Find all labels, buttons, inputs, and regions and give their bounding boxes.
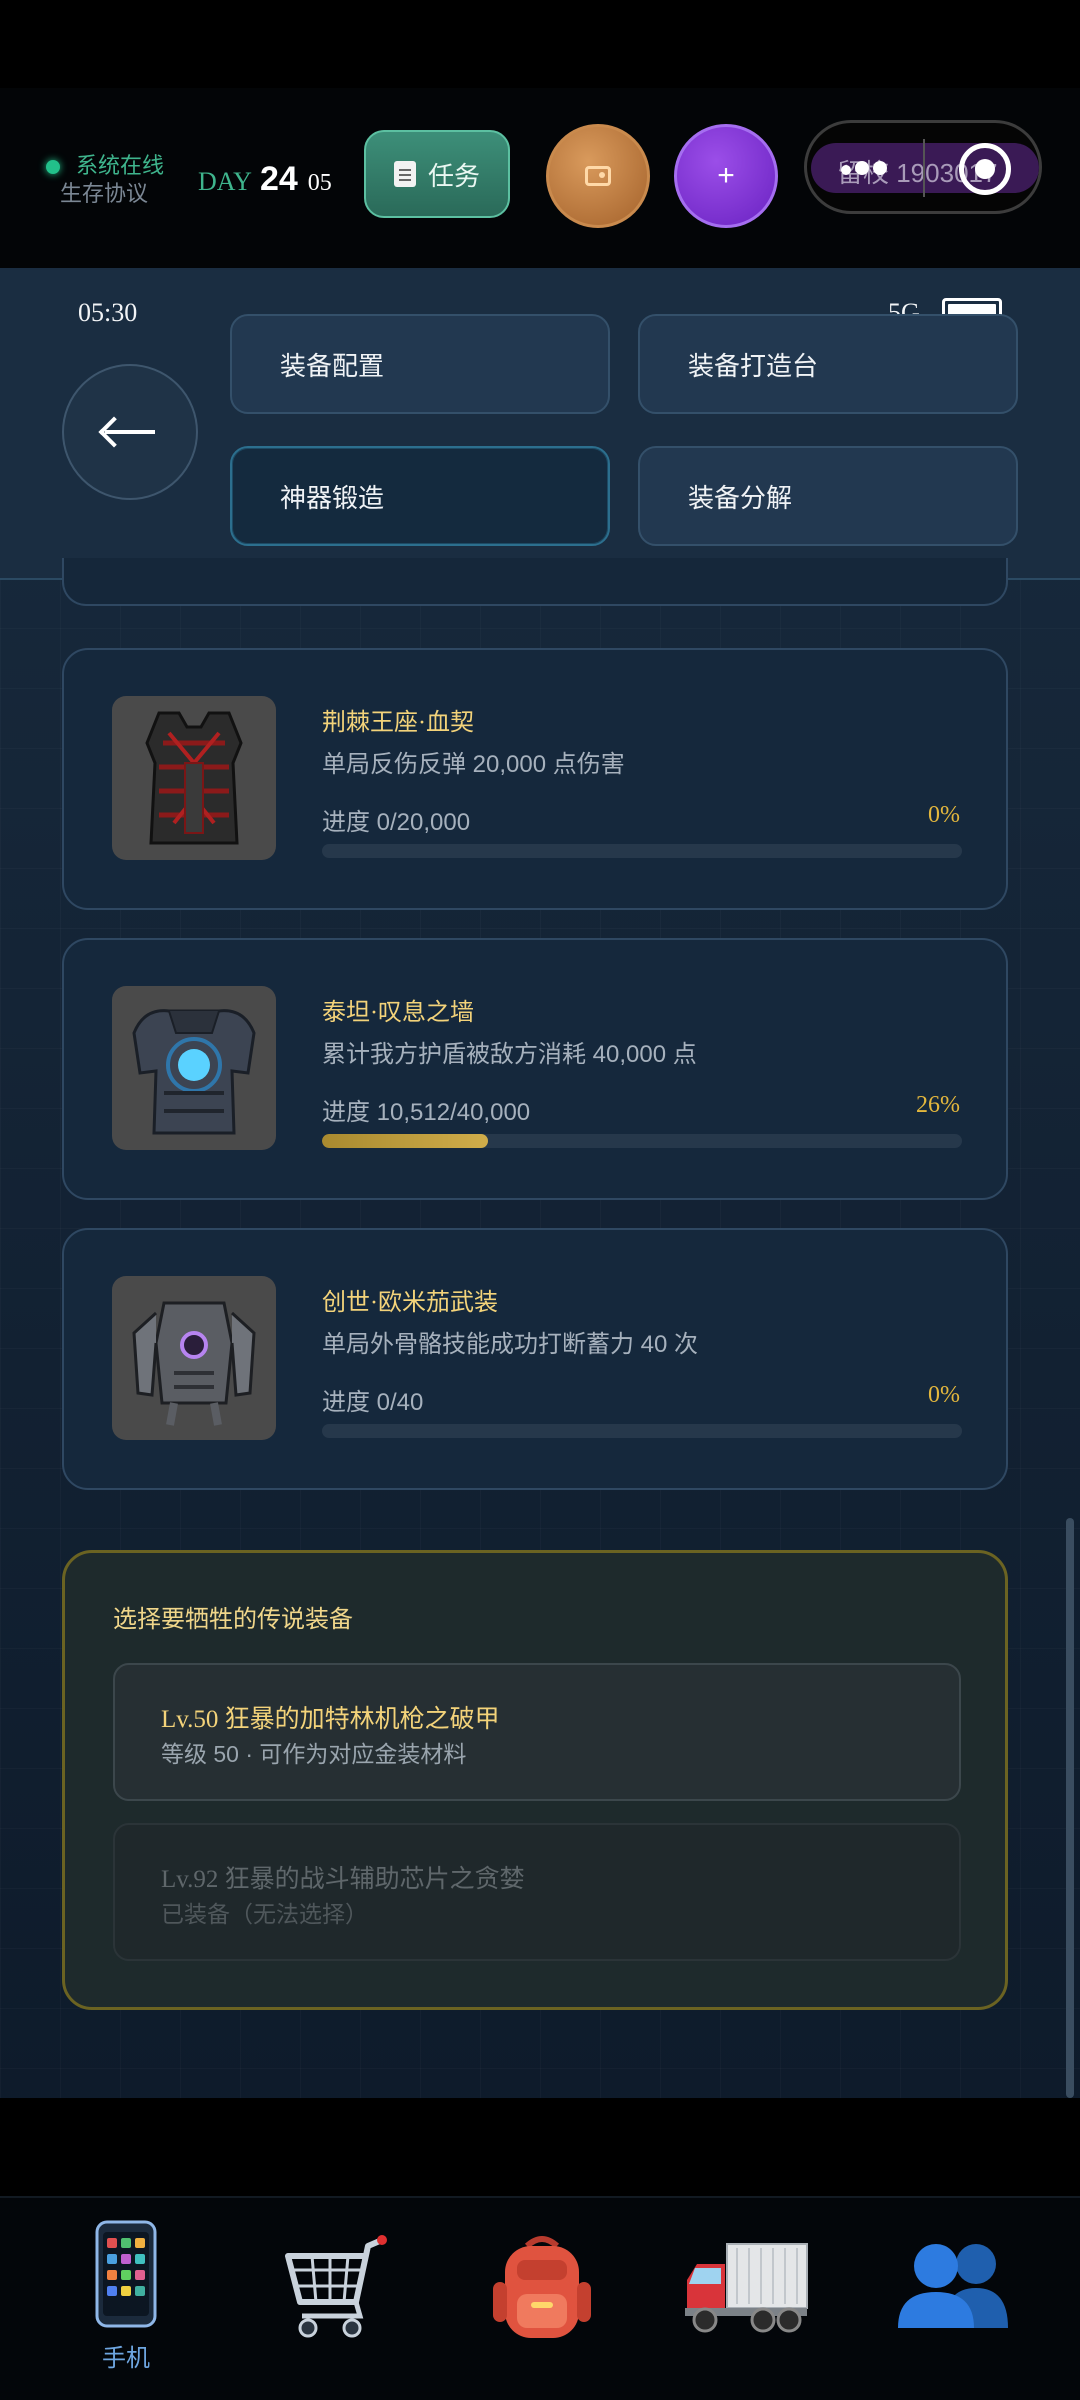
option-title: Lv.92 狂暴的战斗辅助芯片之贪婪 — [161, 1866, 525, 1893]
omega-exosuit-icon — [112, 1276, 276, 1440]
option-title: Lv.50 狂暴的加特林机枪之破甲 — [161, 1706, 500, 1733]
artifact-progress-text: 进度 0/40 — [322, 1389, 424, 1416]
tab-label: 装备打造台 — [688, 350, 819, 381]
list-item-partial — [62, 558, 1008, 606]
scrollbar[interactable] — [1066, 1518, 1074, 2098]
progress-bar — [322, 1424, 962, 1438]
artifact-percent: 0% — [928, 802, 960, 828]
day-counter: DAY 24 05 — [198, 160, 332, 199]
artifact-progress-text: 进度 10,512/40,000 — [322, 1099, 531, 1126]
close-target-icon[interactable] — [959, 143, 1011, 195]
task-button[interactable]: 任务 — [364, 130, 510, 218]
arrow-left-icon — [105, 430, 155, 434]
day-sub: 05 — [307, 170, 332, 196]
artifact-name: 泰坦·叹息之墙 — [322, 1000, 474, 1026]
status-time: 05:30 — [78, 298, 138, 327]
artifact-name: 荆棘王座·血契 — [322, 710, 474, 736]
progress-bar — [322, 844, 962, 858]
backpack-icon — [493, 2236, 591, 2338]
titan-armor-icon — [112, 986, 276, 1150]
artifact-desc: 单局反伤反弹 20,000 点伤害 — [322, 751, 625, 778]
nav-item-friends[interactable] — [884, 2238, 1024, 2400]
nav-item-truck[interactable] — [676, 2236, 816, 2400]
option-subtitle: 已装备（无法选择） — [161, 1901, 368, 1927]
artifact-percent: 26% — [916, 1092, 960, 1118]
artifact-desc: 累计我方护盾被敌方消耗 40,000 点 — [322, 1041, 697, 1068]
tab-label: 装备分解 — [688, 482, 793, 513]
sacrifice-title: 选择要牺牲的传说装备 — [113, 1607, 353, 1633]
radio-icon — [585, 166, 611, 186]
tab-label: 神器锻造 — [280, 482, 385, 513]
back-button[interactable] — [62, 364, 198, 500]
day-label: DAY — [198, 167, 252, 196]
nav-item-backpack[interactable] — [472, 2232, 612, 2400]
artifact-card[interactable]: 荆棘王座·血契 单局反伤反弹 20,000 点伤害 进度 0/20,000 0% — [62, 648, 1008, 910]
nav-item-phone[interactable]: 手机 — [56, 2220, 196, 2390]
task-button-label: 任务 — [427, 160, 480, 191]
nav-item-shop[interactable] — [262, 2232, 402, 2400]
tab-label: 装备配置 — [280, 350, 385, 381]
mini-program-capsule[interactable]: 留校 1903017 — [804, 120, 1042, 214]
online-indicator-icon — [46, 160, 60, 174]
sacrifice-panel: 选择要牺牲的传说装备 Lv.50 狂暴的加特林机枪之破甲 等级 50 · 可作为… — [62, 1550, 1008, 2010]
plus-icon: + — [717, 159, 735, 192]
tab-equipment-crafting[interactable]: 装备打造台 — [638, 314, 1018, 414]
game-hud: 系统在线 生存协议 DAY 24 05 任务 + 留校 1903017 — [0, 88, 1080, 268]
bottom-nav: 手机 — [0, 2196, 1080, 2400]
sacrifice-option-disabled: Lv.92 狂暴的战斗辅助芯片之贪婪 已装备（无法选择） — [113, 1823, 961, 1961]
artifact-card[interactable]: 创世·欧米茄武装 单局外骨骼技能成功打断蓄力 40 次 进度 0/40 0% — [62, 1228, 1008, 1490]
more-icon[interactable] — [855, 161, 869, 175]
nav-phone-label: 手机 — [102, 2345, 150, 2372]
artifact-progress-text: 进度 0/20,000 — [322, 809, 471, 836]
progress-fill — [322, 1134, 489, 1148]
phone-icon — [95, 2220, 157, 2328]
protocol-label: 生存协议 — [60, 181, 149, 206]
artifact-card[interactable]: 泰坦·叹息之墙 累计我方护盾被敌方消耗 40,000 点 进度 10,512/4… — [62, 938, 1008, 1200]
phone-screen: 05:30 5G 装备配置 装备打造台 神器锻造 装备分解 荆棘王座·血契 单局… — [0, 268, 1080, 2098]
people-icon — [898, 2244, 1008, 2328]
progress-bar — [322, 1134, 962, 1148]
tab-equipment-config[interactable]: 装备配置 — [230, 314, 610, 414]
option-subtitle: 等级 50 · 可作为对应金装材料 — [161, 1741, 467, 1767]
artifact-percent: 0% — [928, 1382, 960, 1408]
thorn-armor-icon — [112, 696, 276, 860]
radio-button[interactable] — [546, 124, 650, 228]
sacrifice-option[interactable]: Lv.50 狂暴的加特林机枪之破甲 等级 50 · 可作为对应金装材料 — [113, 1663, 961, 1801]
artifact-name: 创世·欧米茄武装 — [322, 1290, 498, 1316]
add-button[interactable]: + — [674, 124, 778, 228]
capsule-divider — [923, 139, 925, 197]
tab-artifact-forging[interactable]: 神器锻造 — [230, 446, 610, 546]
day-number: 24 — [259, 160, 298, 198]
artifact-desc: 单局外骨骼技能成功打断蓄力 40 次 — [322, 1331, 699, 1358]
shopping-cart-icon — [285, 2235, 387, 2338]
truck-icon — [685, 2243, 808, 2333]
tab-equipment-dismantle[interactable]: 装备分解 — [638, 446, 1018, 546]
clipboard-icon — [393, 161, 416, 187]
forge-header: 05:30 5G 装备配置 装备打造台 神器锻造 装备分解 — [0, 268, 1080, 580]
